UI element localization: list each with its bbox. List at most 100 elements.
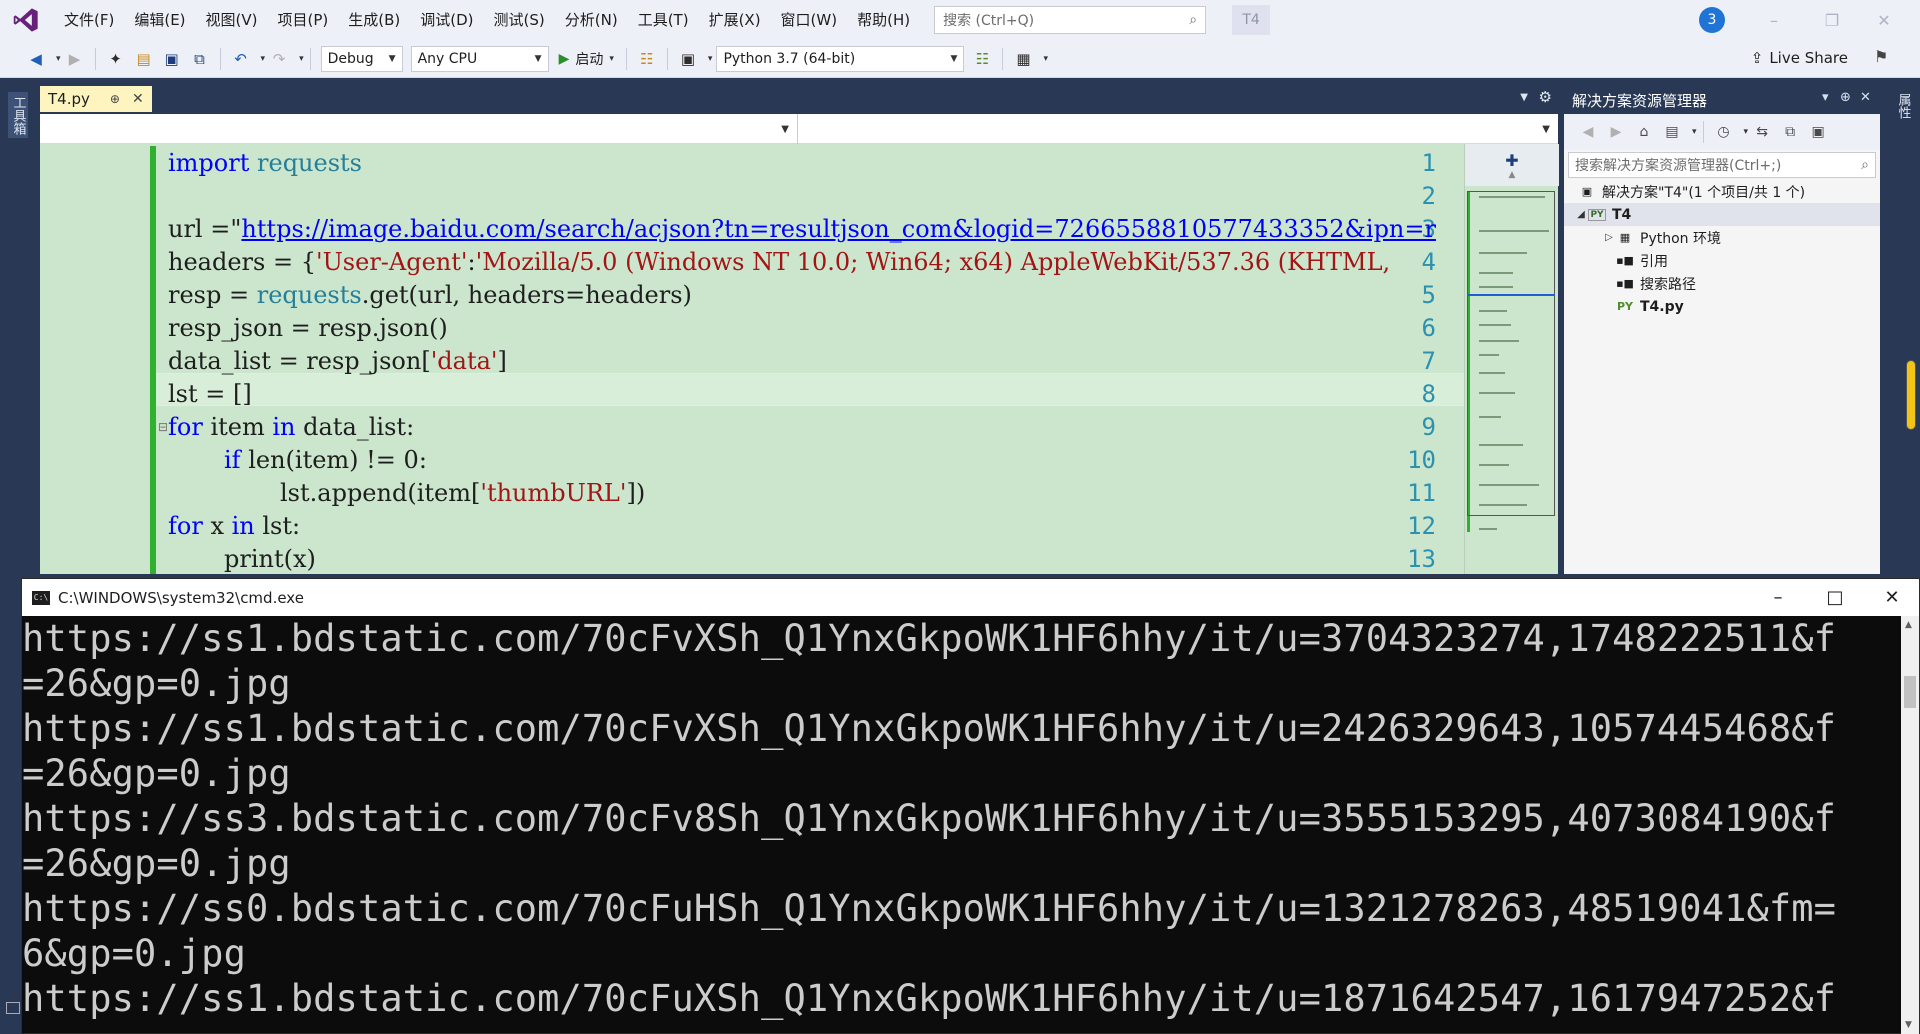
- layout-icon[interactable]: ▦: [1011, 47, 1035, 71]
- line-number: 5: [1421, 281, 1436, 309]
- scroll-up-icon[interactable]: ▲: [1905, 620, 1912, 630]
- notification-scroll-indicator[interactable]: [1906, 360, 1916, 430]
- scroll-down-icon[interactable]: ▼: [1905, 1020, 1912, 1030]
- output-tab-icon[interactable]: [6, 1002, 20, 1014]
- menu-debug[interactable]: 调试(D): [410, 0, 483, 40]
- minimize-icon[interactable]: –: [1750, 579, 1806, 616]
- collapsed-arrow-icon[interactable]: ▷: [1602, 232, 1616, 243]
- collapse-all-icon[interactable]: ⧉: [1778, 120, 1802, 144]
- feedback-icon[interactable]: ⚑: [1874, 47, 1888, 66]
- chevron-down-icon: ▼: [534, 53, 542, 64]
- collapse-icon[interactable]: ⊟: [158, 420, 168, 434]
- redo-dropdown-icon[interactable]: ▾: [299, 54, 304, 64]
- close-icon[interactable]: ✕: [1864, 579, 1920, 616]
- maximize-icon[interactable]: □: [1807, 579, 1863, 616]
- tab-t4-py[interactable]: T4.py ⊕ ✕: [40, 86, 152, 112]
- chevron-down-icon[interactable]: ▾: [708, 54, 713, 64]
- screenshot-icon[interactable]: ▣: [676, 47, 700, 71]
- expanded-arrow-icon[interactable]: ◢: [1574, 209, 1588, 220]
- menu-extensions[interactable]: 扩展(X): [699, 0, 771, 40]
- back-icon[interactable]: ◀: [24, 47, 48, 71]
- attach-process-icon[interactable]: ☷: [635, 47, 659, 71]
- tree-item-file[interactable]: PY T4.py: [1564, 295, 1880, 318]
- menu-tools[interactable]: 工具(T): [628, 0, 699, 40]
- properties-tab[interactable]: 属性: [1893, 88, 1913, 124]
- save-all-icon[interactable]: ⧉: [188, 47, 212, 71]
- switch-views-icon[interactable]: ▤: [1660, 120, 1684, 144]
- undo-dropdown-icon[interactable]: ▾: [261, 54, 266, 64]
- cmd-title-bar[interactable]: C:\ C:\WINDOWS\system32\cmd.exe – □ ✕: [22, 579, 1919, 616]
- menu-test[interactable]: 测试(S): [484, 0, 555, 40]
- forward-icon[interactable]: ▶: [1604, 120, 1628, 144]
- search-icon: ⌕: [1861, 157, 1869, 173]
- menu-project[interactable]: 项目(P): [268, 0, 339, 40]
- tree-item-label: Python 环境: [1640, 230, 1721, 247]
- menu-help[interactable]: 帮助(H): [847, 0, 920, 40]
- notification-badge[interactable]: 3: [1699, 7, 1725, 33]
- python-env-select[interactable]: Python 3.7 (64-bit) ▼: [716, 45, 965, 72]
- save-icon[interactable]: ▣: [160, 47, 184, 71]
- settings-gear-icon[interactable]: ⚙: [1539, 88, 1552, 106]
- pending-changes-icon[interactable]: ◷: [1712, 120, 1736, 144]
- tree-item-solution[interactable]: ▣ 解决方案"T4"(1 个项目/共 1 个): [1564, 180, 1880, 203]
- back-dropdown-icon[interactable]: ▾: [56, 54, 61, 64]
- play-icon: ▶: [558, 50, 570, 67]
- class-dropdown[interactable]: ▼: [40, 114, 798, 144]
- menu-file[interactable]: 文件(F): [54, 0, 124, 40]
- output-line: https://ss3.bdstatic.com/70cFv8Sh_Q1YnxG…: [22, 797, 1837, 840]
- environments-icon: ▦: [1619, 231, 1631, 244]
- minimize-icon[interactable]: –: [1752, 0, 1796, 40]
- forward-icon[interactable]: ▶: [63, 47, 87, 71]
- solution-icon: ▣: [1581, 185, 1593, 198]
- pin-icon[interactable]: ⊕: [110, 92, 120, 106]
- platform-select[interactable]: Any CPU ▼: [410, 45, 549, 72]
- menu-analyze[interactable]: 分析(N): [555, 0, 628, 40]
- scrollbar-thumb[interactable]: [1904, 676, 1916, 708]
- sync-icon[interactable]: ⇆: [1750, 120, 1774, 144]
- live-share-button[interactable]: ⇪ Live Share: [1751, 49, 1848, 67]
- global-search-input[interactable]: 搜索 (Ctrl+Q) ⌕: [934, 6, 1207, 34]
- new-project-icon[interactable]: ✦: [104, 47, 128, 71]
- cmd-scrollbar[interactable]: ▲ ▼: [1901, 616, 1919, 1034]
- home-icon[interactable]: ⌂: [1632, 120, 1656, 144]
- python-env-value: Python 3.7 (64-bit): [723, 50, 856, 67]
- pin-icon[interactable]: ⊕: [1840, 90, 1851, 105]
- solution-search-input[interactable]: 搜索解决方案资源管理器(Ctrl+;) ⌕: [1568, 152, 1876, 178]
- close-tab-icon[interactable]: ✕: [132, 91, 144, 107]
- tree-item-python-env[interactable]: ▷ ▦ Python 环境: [1564, 226, 1880, 249]
- panel-menu-icon[interactable]: ▾: [1822, 90, 1829, 105]
- redo-icon[interactable]: ↷: [267, 47, 291, 71]
- tree-item-label: T4.py: [1640, 298, 1684, 315]
- menu-view[interactable]: 视图(V): [196, 0, 268, 40]
- chevron-down-icon[interactable]: ▾: [1043, 54, 1048, 64]
- show-all-files-icon[interactable]: ▣: [1806, 120, 1830, 144]
- code-url-link[interactable]: https://image.baidu.com/search/acjson?tn…: [241, 215, 1436, 243]
- close-panel-icon[interactable]: ✕: [1860, 90, 1871, 105]
- package-icon[interactable]: ☷: [970, 47, 994, 71]
- menu-edit[interactable]: 编辑(E): [124, 0, 195, 40]
- tab-list-dropdown-icon[interactable]: ▼: [1520, 92, 1528, 103]
- close-icon[interactable]: ✕: [1862, 0, 1906, 40]
- cmd-output[interactable]: https://ss1.bdstatic.com/70cFvXSh_Q1YnxG…: [22, 616, 1902, 1034]
- cmd-window[interactable]: C:\ C:\WINDOWS\system32\cmd.exe – □ ✕ ht…: [21, 578, 1920, 1034]
- code-minimap[interactable]: ✚ ▲: [1464, 144, 1559, 574]
- tree-item-project[interactable]: ◢ PY T4: [1564, 203, 1880, 226]
- code-line-7: data_list = resp_json['data']: [168, 347, 507, 375]
- tree-item-references[interactable]: ▪■ 引用: [1564, 249, 1880, 272]
- menu-window[interactable]: 窗口(W): [771, 0, 848, 40]
- member-dropdown[interactable]: ▼: [798, 114, 1558, 144]
- menu-build[interactable]: 生成(B): [338, 0, 410, 40]
- code-editor[interactable]: 1 2 3 4 5 6 7 8 9 10 11 12 13 ⊟ import r…: [40, 144, 1464, 574]
- restore-icon[interactable]: ❐: [1810, 0, 1854, 40]
- toolbox-tab[interactable]: 工具箱: [8, 92, 28, 138]
- chevron-down-icon[interactable]: ▾: [1692, 127, 1697, 137]
- split-editor-icon[interactable]: ✚ ▲: [1465, 144, 1559, 186]
- undo-icon[interactable]: ↶: [229, 47, 253, 71]
- chevron-down-icon[interactable]: ▾: [1744, 127, 1749, 137]
- back-icon[interactable]: ◀: [1576, 120, 1600, 144]
- tree-item-search-paths[interactable]: ▪■ 搜索路径: [1564, 272, 1880, 295]
- configuration-select[interactable]: Debug ▼: [320, 45, 403, 72]
- open-folder-icon[interactable]: ▤: [132, 47, 156, 71]
- code-line-6: resp_json = resp.json(): [168, 314, 448, 342]
- start-button[interactable]: ▶ 启动 ▾: [559, 49, 614, 69]
